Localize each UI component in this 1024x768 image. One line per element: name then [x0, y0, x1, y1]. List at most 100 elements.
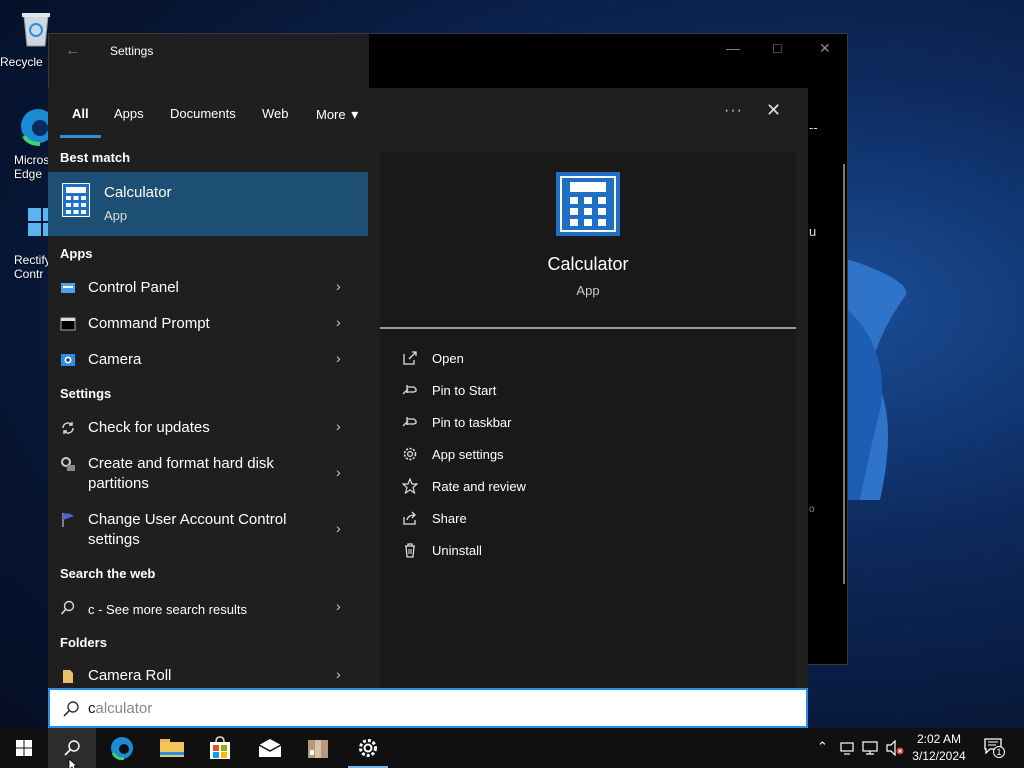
minimize-icon[interactable]: — [726, 40, 740, 56]
search-icon [60, 600, 75, 615]
notifications-button[interactable]: 1 [984, 738, 1005, 758]
folder-icon [63, 670, 73, 683]
gear-icon [403, 447, 417, 461]
search-icon [63, 701, 79, 717]
chevron-right-icon[interactable]: › [336, 666, 341, 682]
search-text: calculator [88, 700, 152, 717]
result-camera-roll[interactable]: Camera Roll › [48, 664, 368, 688]
pin-icon [402, 417, 417, 427]
result-label: Create and format hard disk partitions [88, 455, 274, 492]
action-pin-to-start[interactable]: Pin to Start [402, 380, 782, 404]
taskbar: ⌃ 2:02 AM 3/12/2024 1 [0, 728, 1024, 768]
package-icon [308, 740, 328, 758]
chevron-right-icon[interactable]: › [336, 464, 341, 480]
tab-documents[interactable]: Documents [170, 106, 236, 121]
action-label: Pin to Start [432, 383, 497, 398]
share-icon [403, 511, 416, 525]
taskbar-search-button[interactable] [48, 728, 96, 768]
control-panel-icon [61, 283, 75, 293]
mouse-cursor-icon [68, 758, 78, 768]
preview-app-kind: App [576, 283, 600, 298]
display-icon[interactable] [862, 741, 878, 755]
search-icon [64, 740, 80, 756]
refresh-icon [62, 422, 74, 434]
action-label: Rate and review [432, 479, 526, 494]
clock-date: 3/12/2024 [912, 749, 966, 763]
section-settings: Settings [60, 386, 112, 401]
taskbar-store[interactable] [196, 728, 244, 768]
tab-all[interactable]: All [72, 106, 89, 121]
calculator-icon [556, 172, 620, 236]
background-text: o [809, 504, 815, 515]
search-tabs: All Apps Documents Web More ▾ ··· ✕ [48, 88, 808, 140]
result-command-prompt[interactable]: Command Prompt › [48, 312, 368, 340]
chevron-up-icon[interactable]: ⌃ [817, 739, 828, 755]
action-share[interactable]: Share [402, 508, 782, 532]
best-match-kind: App [104, 208, 128, 223]
edge-icon [111, 737, 133, 760]
maximize-icon[interactable]: □ [773, 40, 781, 56]
tab-more[interactable]: More ▾ [316, 106, 358, 123]
result-control-panel[interactable]: Control Panel › [48, 276, 368, 304]
network-icon[interactable] [840, 741, 854, 755]
action-pin-to-taskbar[interactable]: Pin to taskbar [402, 412, 782, 436]
notification-count: 1 [993, 746, 1005, 758]
chevron-right-icon[interactable]: › [336, 278, 341, 294]
back-arrow-icon[interactable]: ← [65, 42, 81, 60]
action-label: Open [432, 351, 464, 366]
action-app-settings[interactable]: App settings [402, 444, 782, 468]
close-search-icon[interactable]: ✕ [766, 100, 781, 121]
typed-text: c [88, 700, 96, 717]
tab-web[interactable]: Web [262, 106, 289, 121]
clock-time: 2:02 AM [916, 732, 962, 746]
search-panel: All Apps Documents Web More ▾ ··· ✕ Best… [48, 88, 808, 688]
chevron-right-icon[interactable]: › [336, 314, 341, 330]
action-uninstall[interactable]: Uninstall [402, 540, 782, 564]
best-match-calculator[interactable]: Calculator App [48, 172, 368, 236]
result-web-search[interactable]: c - See more search results › [48, 596, 368, 624]
result-label: Camera [88, 351, 142, 368]
store-icon [210, 736, 230, 759]
desktop-icon-label: Recycle [0, 55, 43, 69]
action-open[interactable]: Open [402, 348, 782, 372]
settings-titlebar-pane [49, 34, 369, 88]
chevron-right-icon[interactable]: › [336, 598, 341, 614]
taskbar-edge[interactable] [98, 728, 146, 768]
action-rate-and-review[interactable]: Rate and review [402, 476, 782, 500]
disk-management-icon [61, 457, 75, 471]
tab-apps[interactable]: Apps [114, 106, 144, 121]
result-label: Command Prompt [88, 315, 210, 332]
mail-icon [258, 739, 282, 757]
wallpaper-bloom [840, 260, 907, 500]
taskbar-package-app[interactable] [294, 728, 342, 768]
action-label: Pin to taskbar [432, 415, 512, 430]
result-camera[interactable]: Camera › [48, 348, 368, 376]
system-clock[interactable]: 2:02 AM 3/12/2024 [900, 731, 978, 765]
preview-pane: Calculator App Open Pin to Start Pin to … [380, 152, 796, 688]
gear-icon [359, 739, 377, 757]
chevron-right-icon[interactable]: › [336, 350, 341, 366]
scrollbar[interactable] [843, 164, 845, 584]
action-label: App settings [432, 447, 504, 462]
result-check-for-updates[interactable]: Check for updates › [48, 416, 368, 444]
autocomplete-text: alculator [95, 700, 153, 717]
result-label: Change User Account Control settings [88, 511, 287, 548]
chevron-right-icon[interactable]: › [336, 418, 341, 434]
settings-window-title: Settings [110, 44, 154, 58]
search-input[interactable]: calculator [48, 688, 808, 728]
taskbar-settings[interactable] [344, 728, 392, 768]
taskbar-mail[interactable] [246, 728, 294, 768]
result-label: Check for updates [88, 419, 210, 436]
command-prompt-icon [60, 317, 76, 331]
window-close-icon[interactable]: ✕ [819, 40, 831, 57]
result-disk-partitions[interactable]: Create and format hard disk partitions › [48, 452, 368, 500]
more-options-icon[interactable]: ··· [724, 102, 743, 120]
start-button[interactable] [0, 728, 48, 768]
taskbar-file-explorer[interactable] [148, 728, 196, 768]
chevron-right-icon[interactable]: › [336, 520, 341, 536]
section-best-match: Best match [60, 150, 131, 165]
section-apps: Apps [60, 246, 93, 261]
star-icon [402, 478, 418, 494]
open-icon [403, 351, 417, 365]
result-uac-settings[interactable]: Change User Account Control settings › [48, 508, 368, 556]
